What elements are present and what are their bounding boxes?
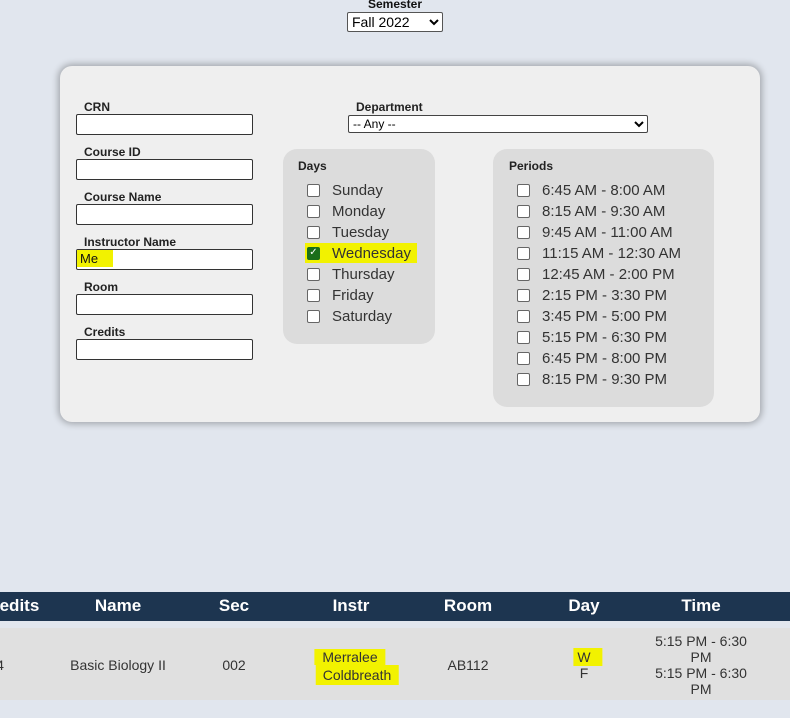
day-label: Friday bbox=[332, 286, 374, 304]
course-id-label: Course ID bbox=[84, 145, 141, 159]
period-label: 5:15 PM - 6:30 PM bbox=[542, 328, 668, 346]
checkbox-icon[interactable] bbox=[307, 183, 320, 197]
department-select[interactable]: -- Any -- bbox=[348, 115, 648, 133]
checkbox-icon[interactable] bbox=[517, 288, 530, 302]
checkbox-icon[interactable] bbox=[307, 204, 320, 218]
credits-input[interactable] bbox=[76, 339, 253, 360]
checkbox-icon[interactable] bbox=[307, 225, 320, 239]
period-option[interactable]: 12:45 AM - 2:00 PM bbox=[517, 264, 675, 284]
cell-sec: 002 bbox=[222, 657, 246, 673]
col-name[interactable]: Name bbox=[95, 596, 141, 616]
room-input[interactable] bbox=[76, 294, 253, 315]
day-label: Sunday bbox=[332, 181, 383, 199]
period-option[interactable]: 3:45 PM - 5:00 PM bbox=[517, 306, 667, 326]
day-label: Tuesday bbox=[332, 223, 389, 241]
period-option[interactable]: 8:15 AM - 9:30 AM bbox=[517, 201, 665, 221]
col-instr[interactable]: Instr bbox=[333, 596, 370, 616]
checkbox-icon[interactable] bbox=[307, 267, 320, 281]
cell-time-2b: PM bbox=[690, 681, 712, 697]
cell-time-2a: 5:15 PM - 6:30 bbox=[655, 665, 747, 681]
table-row[interactable]: 4 Basic Biology II 002 Merralee Coldbrea… bbox=[0, 628, 790, 700]
course-name-input[interactable] bbox=[76, 204, 253, 225]
cell-instr-last: Coldbreath bbox=[315, 665, 399, 685]
checkbox-icon[interactable] bbox=[517, 267, 530, 281]
results-header: Credits Name Sec Instr Room Day Time bbox=[0, 592, 790, 621]
cell-time-1b: PM bbox=[690, 649, 712, 665]
periods-group: Periods 6:45 AM - 8:00 AM 8:15 AM - 9:30… bbox=[493, 149, 714, 407]
col-sec[interactable]: Sec bbox=[219, 596, 249, 616]
checkbox-icon[interactable] bbox=[307, 288, 320, 302]
period-option[interactable]: 6:45 PM - 8:00 PM bbox=[517, 348, 667, 368]
period-option[interactable]: 9:45 AM - 11:00 AM bbox=[517, 222, 673, 242]
cell-time-1a: 5:15 PM - 6:30 bbox=[655, 633, 747, 649]
cell-day-1: W bbox=[573, 648, 603, 666]
period-label: 12:45 AM - 2:00 PM bbox=[542, 265, 675, 283]
course-name-label: Course Name bbox=[84, 190, 162, 204]
periods-title: Periods bbox=[509, 159, 554, 173]
day-label: Saturday bbox=[332, 307, 393, 325]
period-option[interactable]: 11:15 AM - 12:30 AM bbox=[517, 243, 681, 263]
checkbox-icon[interactable] bbox=[517, 225, 530, 239]
period-label: 6:45 AM - 8:00 AM bbox=[542, 181, 666, 199]
semester-section: Semester Fall 2022 bbox=[0, 0, 790, 32]
cell-instr-first: Merralee bbox=[314, 649, 386, 665]
day-option-wednesday[interactable]: ✓ Wednesday bbox=[305, 243, 417, 263]
day-label: Thursday bbox=[332, 265, 395, 283]
cell-room: AB112 bbox=[447, 657, 489, 673]
day-option-saturday[interactable]: Saturday bbox=[307, 306, 392, 326]
semester-label: Semester bbox=[367, 0, 423, 11]
crn-label: CRN bbox=[84, 100, 110, 114]
day-label: Monday bbox=[332, 202, 386, 220]
day-option-tuesday[interactable]: Tuesday bbox=[307, 222, 389, 242]
period-option[interactable]: 2:15 PM - 3:30 PM bbox=[517, 285, 667, 305]
col-room[interactable]: Room bbox=[444, 596, 492, 616]
room-label: Room bbox=[84, 280, 118, 294]
col-credits[interactable]: Credits bbox=[0, 596, 39, 616]
period-label: 2:15 PM - 3:30 PM bbox=[542, 286, 668, 304]
day-option-thursday[interactable]: Thursday bbox=[307, 264, 395, 284]
days-title: Days bbox=[298, 159, 327, 173]
checkbox-icon[interactable] bbox=[517, 183, 530, 197]
day-label: Wednesday bbox=[332, 244, 411, 262]
cell-name: Basic Biology II bbox=[70, 657, 166, 673]
col-time[interactable]: Time bbox=[681, 596, 720, 616]
days-group: Days Sunday Monday Tuesday ✓ Wednesday Th… bbox=[283, 149, 435, 344]
checkbox-icon[interactable] bbox=[517, 246, 530, 260]
day-option-friday[interactable]: Friday bbox=[307, 285, 374, 305]
course-id-input[interactable] bbox=[76, 159, 253, 180]
cell-credits: 4 bbox=[0, 657, 4, 673]
checkmark-icon[interactable]: ✓ bbox=[307, 246, 320, 260]
checkbox-icon[interactable] bbox=[517, 372, 530, 386]
instructor-name-value: Me bbox=[80, 251, 99, 266]
period-label: 8:15 PM - 9:30 PM bbox=[542, 370, 668, 388]
period-option[interactable]: 5:15 PM - 6:30 PM bbox=[517, 327, 667, 347]
period-option[interactable]: 8:15 PM - 9:30 PM bbox=[517, 369, 667, 389]
checkbox-icon[interactable] bbox=[517, 204, 530, 218]
semester-select[interactable]: Fall 2022 bbox=[347, 12, 443, 32]
period-label: 9:45 AM - 11:00 AM bbox=[542, 223, 673, 241]
instructor-name-label: Instructor Name bbox=[84, 235, 177, 249]
period-option[interactable]: 6:45 AM - 8:00 AM bbox=[517, 180, 665, 200]
cell-day-2: F bbox=[579, 665, 589, 681]
checkbox-icon[interactable] bbox=[517, 351, 530, 365]
crn-input[interactable] bbox=[76, 114, 253, 135]
col-day[interactable]: Day bbox=[568, 596, 599, 616]
day-option-sunday[interactable]: Sunday bbox=[307, 180, 383, 200]
checkbox-icon[interactable] bbox=[517, 330, 530, 344]
checkbox-icon[interactable] bbox=[517, 309, 530, 323]
checkbox-icon[interactable] bbox=[307, 309, 320, 323]
credits-label: Credits bbox=[84, 325, 126, 339]
period-label: 6:45 PM - 8:00 PM bbox=[542, 349, 668, 367]
period-label: 11:15 AM - 12:30 AM bbox=[542, 244, 681, 262]
period-label: 3:45 PM - 5:00 PM bbox=[542, 307, 668, 325]
department-label: Department bbox=[356, 100, 423, 114]
period-label: 8:15 AM - 9:30 AM bbox=[542, 202, 666, 220]
day-option-monday[interactable]: Monday bbox=[307, 201, 385, 221]
